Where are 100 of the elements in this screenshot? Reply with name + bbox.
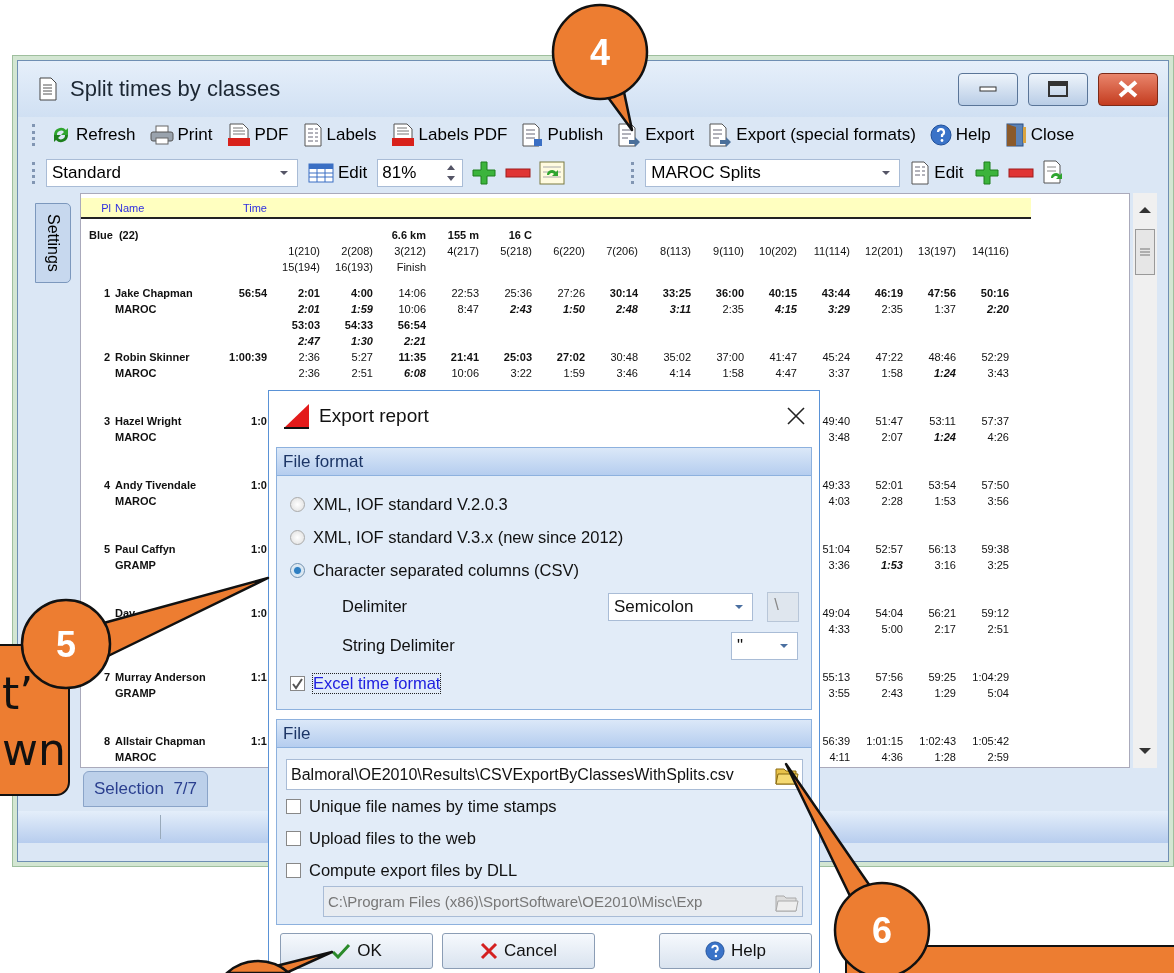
toolbar-button[interactable]: Close: [1002, 123, 1077, 147]
option-label[interactable]: XML, IOF standard V.3.x (new since 2012): [313, 528, 624, 547]
club-name: MAROC: [115, 750, 157, 765]
toolbar-button[interactable]: Labels: [300, 123, 379, 147]
minimize-button[interactable]: [958, 72, 1018, 106]
close-icon: [1117, 80, 1139, 98]
cross-icon: [480, 942, 499, 960]
toolbar-button[interactable]: Labels PDF: [388, 123, 510, 147]
group-header: File format: [277, 448, 811, 476]
control-label: 1(210): [287, 245, 320, 257]
string-delimiter-dropdown[interactable]: ": [731, 631, 798, 660]
dialog-button[interactable]: Help: [659, 933, 812, 969]
edit-button[interactable]: Edit: [306, 163, 370, 183]
split-time: 35:02: [663, 350, 691, 365]
toolbar-button[interactable]: Refresh: [48, 124, 138, 146]
close-icon[interactable]: [787, 407, 805, 425]
dialog-button[interactable]: Cancel: [442, 933, 595, 969]
split-time: 3:25: [987, 558, 1009, 573]
radio-button[interactable]: [290, 563, 305, 578]
printer-icon: [149, 125, 174, 145]
caret-icon: [779, 642, 789, 649]
split-time: 2:48: [615, 302, 638, 317]
control-label: 13(197): [917, 245, 956, 257]
checkbox[interactable]: [286, 830, 301, 846]
split-time: 5:00: [881, 622, 903, 637]
split-time: 2:51: [987, 622, 1009, 637]
toolbar-button[interactable]: Help: [927, 124, 993, 146]
split-time: 56:21: [928, 606, 956, 621]
option-label[interactable]: Character separated columns (CSV): [313, 561, 579, 580]
control-label: 9(110): [712, 245, 744, 257]
finish-time: 1:1: [251, 670, 267, 685]
split-time: 1:04:29: [972, 670, 1009, 685]
place-number: 3: [103, 414, 110, 429]
option-label[interactable]: Upload files to the web: [309, 828, 476, 848]
split-time: 47:22: [875, 350, 903, 365]
document-icon: [910, 161, 931, 185]
checkbox[interactable]: [286, 798, 301, 814]
option-label[interactable]: Excel time format: [313, 673, 441, 693]
split-time: 6:08: [403, 366, 426, 381]
split-time: 54:33: [344, 318, 373, 333]
column-header: Time: [241, 201, 267, 214]
zoom-spinner[interactable]: 81%: [377, 159, 464, 187]
remove-icon[interactable]: [505, 168, 532, 178]
split-time: 55:13: [822, 670, 850, 685]
place-number: 4: [103, 478, 110, 493]
close-button[interactable]: [1098, 72, 1158, 106]
column-header: Name: [115, 201, 146, 214]
split-time: 25:03: [503, 350, 532, 365]
course-info: 16 C: [507, 229, 532, 241]
add-icon[interactable]: [973, 160, 1000, 186]
split-time: 4:47: [775, 366, 797, 381]
radio-button[interactable]: [290, 530, 305, 545]
toolbar-button[interactable]: Export (special formats): [706, 123, 918, 147]
split-time: 27:26: [557, 286, 585, 301]
toolbar-button[interactable]: PDF: [224, 123, 291, 147]
split-time: 49:33: [822, 478, 850, 493]
toolbar-button[interactable]: Print: [147, 125, 215, 145]
option-label[interactable]: Compute export files by DLL: [309, 860, 518, 880]
delimiter-dropdown[interactable]: Semicolon: [608, 592, 754, 621]
option-label[interactable]: Unique file names by time stamps: [309, 796, 557, 816]
split-time: 49:40: [822, 414, 850, 429]
split-time: 4:03: [828, 494, 850, 509]
split-time: 56:13: [928, 542, 956, 557]
edit-button[interactable]: Edit: [908, 161, 966, 185]
split-time: 1:24: [933, 366, 956, 381]
layout-dropdown[interactable]: Standard: [46, 159, 298, 187]
runner-name: Jake Chapman: [115, 286, 193, 301]
split-time: 11:35: [398, 350, 426, 365]
club-name: GRAMP: [115, 686, 156, 701]
add-icon[interactable]: [471, 160, 498, 186]
scroll-up-icon[interactable]: [1138, 205, 1152, 215]
remove-icon[interactable]: [1007, 168, 1034, 178]
selection-tab[interactable]: Selection 7/7: [83, 771, 208, 807]
dialog-button[interactable]: OK: [280, 933, 433, 969]
split-time: 43:44: [821, 286, 850, 301]
checkbox[interactable]: [286, 862, 301, 878]
finish-time: 1:0: [251, 414, 267, 429]
split-time: 4:33: [828, 622, 850, 637]
control-label: 4(217): [446, 245, 479, 257]
split-time: 1:24: [933, 430, 956, 445]
vertical-scrollbar[interactable]: [1133, 193, 1157, 768]
file-path-field[interactable]: Balmoral\OE2010\Results\CSVExportByClassesWithSplits.csv: [286, 759, 803, 790]
split-time: 4:15: [774, 302, 797, 317]
split-time: 3:37: [828, 366, 850, 381]
sheet-refresh-icon[interactable]: [539, 161, 566, 185]
scroll-down-icon[interactable]: [1138, 746, 1152, 756]
settings-tab[interactable]: Settings: [35, 203, 71, 283]
club-name: MAROC: [115, 302, 157, 317]
scrollbar-thumb[interactable]: [1135, 229, 1155, 275]
checkbox[interactable]: [290, 675, 305, 691]
split-time: 1:30: [350, 334, 373, 349]
split-time: 54:04: [875, 606, 903, 621]
maximize-button[interactable]: [1028, 72, 1088, 106]
radio-button[interactable]: [290, 497, 305, 512]
split-time: 41:47: [769, 350, 797, 365]
split-time: 5:27: [351, 350, 373, 365]
splits-layout-dropdown[interactable]: MAROC Splits: [645, 159, 901, 187]
option-label[interactable]: XML, IOF standard V.2.0.3: [313, 495, 508, 514]
split-time: 45:24: [822, 350, 850, 365]
club-name: MAROC: [115, 494, 157, 509]
